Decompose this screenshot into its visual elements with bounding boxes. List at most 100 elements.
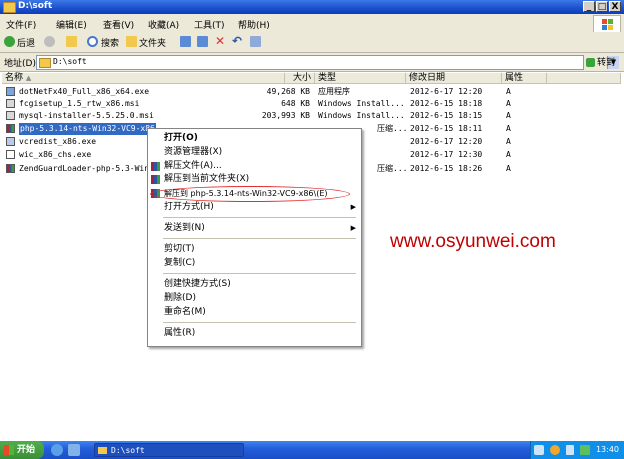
show-desktop-icon[interactable] <box>68 444 80 456</box>
context-menu: 打开(O) 资源管理器(X) 解压文件(A)... 解压到当前文件夹(X) 解压… <box>147 128 362 347</box>
menu-item-send-to[interactable]: 发送到(N) ▶ <box>148 222 361 235</box>
menu-item-open-with[interactable]: 打开方式(H) ▶ <box>148 201 361 214</box>
file-name: mysql-installer-5.5.25.0.msi <box>19 111 154 120</box>
file-name: ZendGuardLoader-php-5.3-Win <box>19 164 150 173</box>
address-input[interactable]: D:\soft ▼ <box>36 55 619 70</box>
file-date: 2012-6-15 18:15 <box>410 111 483 120</box>
file-size: 49,268 KB <box>266 87 310 96</box>
ie-icon[interactable] <box>51 444 63 456</box>
menu-view[interactable]: 查看(V) <box>103 18 134 31</box>
folders-icon[interactable] <box>126 36 137 47</box>
menu-item-label: 剪切(T) <box>164 244 195 254</box>
column-date[interactable]: 修改日期 <box>406 73 502 84</box>
network-icon[interactable] <box>534 445 544 455</box>
file-name: vcredist_x86.exe <box>19 137 97 146</box>
file-type: 压缩... <box>377 124 408 133</box>
windows-logo-icon <box>593 15 621 33</box>
file-date: 2012-6-17 12:30 <box>410 150 483 159</box>
views-icon[interactable] <box>250 36 261 47</box>
start-button[interactable]: 开始 <box>0 441 44 459</box>
column-size[interactable]: 大小 <box>285 73 315 84</box>
menu-separator <box>163 217 356 218</box>
close-button[interactable]: X <box>609 1 621 12</box>
folders-button[interactable]: 文件夹 <box>139 36 166 49</box>
system-tray: 13:40 <box>530 441 624 459</box>
column-attr[interactable]: 属性 <box>502 73 547 84</box>
menu-item-copy[interactable]: 复制(C) <box>148 257 361 270</box>
move-to-icon[interactable] <box>180 36 191 47</box>
menu-help[interactable]: 帮助(H) <box>238 18 270 31</box>
menu-item-delete[interactable]: 删除(D) <box>148 292 361 305</box>
file-size: 203,993 KB <box>261 111 310 120</box>
menu-file[interactable]: 文件(F) <box>6 18 36 31</box>
menu-item-extract-files[interactable]: 解压文件(A)... <box>148 160 361 173</box>
file-date: 2012-6-15 18:26 <box>410 164 483 173</box>
menu-item-label: 复制(C) <box>164 258 196 268</box>
menu-item-explorer[interactable]: 资源管理器(X) <box>148 146 361 159</box>
highlight-oval <box>150 186 350 202</box>
file-attr: A <box>506 99 511 108</box>
menu-item-create-shortcut[interactable]: 创建快捷方式(S) <box>148 278 361 291</box>
address-bar: 地址(D) D:\soft ▼ 转到 <box>0 53 624 72</box>
copy-to-icon[interactable] <box>197 36 208 47</box>
go-arrow-icon <box>586 58 595 67</box>
file-name: dotNetFx40_Full_x86_x64.exe <box>19 87 150 96</box>
undo-icon[interactable]: ↶ <box>232 34 242 48</box>
file-date: 2012-6-17 12:20 <box>410 137 483 146</box>
column-name[interactable]: 名称 ▲ <box>2 73 285 84</box>
menu-item-label: 解压文件(A)... <box>164 161 222 171</box>
security-icon[interactable] <box>550 445 560 455</box>
maximize-button[interactable]: □ <box>596 1 608 12</box>
table-row[interactable]: mysql-installer-5.5.25.0.msi 203,993 KB … <box>2 110 621 122</box>
menu-item-rename[interactable]: 重命名(M) <box>148 306 361 319</box>
menu-edit[interactable]: 编辑(E) <box>56 18 87 31</box>
submenu-arrow-icon: ▶ <box>350 224 356 232</box>
menu-item-label: 资源管理器(X) <box>164 147 223 157</box>
usb-icon[interactable] <box>566 445 574 455</box>
menu-favorites[interactable]: 收藏(A) <box>148 18 179 31</box>
column-type[interactable]: 类型 <box>315 73 406 84</box>
start-label: 开始 <box>17 445 36 455</box>
menu-item-label: 发送到(N) <box>164 223 205 233</box>
delete-icon[interactable]: ✕ <box>215 34 225 48</box>
taskbar-window-button[interactable]: D:\soft <box>94 443 244 457</box>
menu-item-properties[interactable]: 属性(R) <box>148 327 361 340</box>
file-name: wic_x86_chs.exe <box>19 150 92 159</box>
forward-arrow-icon[interactable] <box>44 36 55 47</box>
title-bar: D:\soft _ □ X <box>0 0 624 14</box>
minimize-button[interactable]: _ <box>583 1 595 12</box>
search-button[interactable]: 搜索 <box>101 36 119 49</box>
exe-icon <box>6 150 15 159</box>
menu-item-extract-here[interactable]: 解压到当前文件夹(X) <box>148 173 361 186</box>
monitor-icon[interactable] <box>580 445 590 455</box>
folder-icon <box>98 447 107 454</box>
file-type: Windows Install... <box>318 111 405 120</box>
file-attr: A <box>506 137 511 146</box>
search-icon[interactable] <box>87 36 98 47</box>
back-arrow-icon[interactable] <box>4 36 15 47</box>
table-row[interactable]: dotNetFx40_Full_x86_x64.exe 49,268 KB 应用… <box>2 86 621 98</box>
zip-icon <box>6 124 15 133</box>
file-date: 2012-6-17 12:20 <box>410 87 483 96</box>
msi-icon <box>6 99 15 108</box>
file-type: 压缩... <box>377 164 408 173</box>
taskbar-window-label: D:\soft <box>111 446 145 455</box>
menu-bar: 文件(F) 编辑(E) 查看(V) 收藏(A) 工具(T) 帮助(H) <box>0 14 624 33</box>
back-button[interactable]: 后退 <box>17 36 35 49</box>
toolbar: 后退 搜索 文件夹 ✕ ↶ <box>0 32 624 53</box>
watermark: www.osyunwei.com <box>390 231 556 252</box>
go-button[interactable]: 转到 <box>586 55 615 68</box>
file-name: fcgisetup_1.5_rtw_x86.msi <box>19 99 140 108</box>
clock: 13:40 <box>595 445 619 454</box>
file-attr: A <box>506 111 511 120</box>
menu-item-open[interactable]: 打开(O) <box>148 132 361 145</box>
menu-item-label: 删除(D) <box>164 293 196 303</box>
menu-tools[interactable]: 工具(T) <box>194 18 225 31</box>
menu-item-label: 打开方式(H) <box>164 202 214 212</box>
exe-icon <box>6 137 15 146</box>
table-row[interactable]: fcgisetup_1.5_rtw_x86.msi 648 KB Windows… <box>2 98 621 110</box>
up-folder-icon[interactable] <box>66 36 77 47</box>
folder-icon <box>39 58 51 68</box>
menu-item-cut[interactable]: 剪切(T) <box>148 243 361 256</box>
file-name: php-5.3.14-nts-Win32-VC9-x86 <box>19 123 156 135</box>
